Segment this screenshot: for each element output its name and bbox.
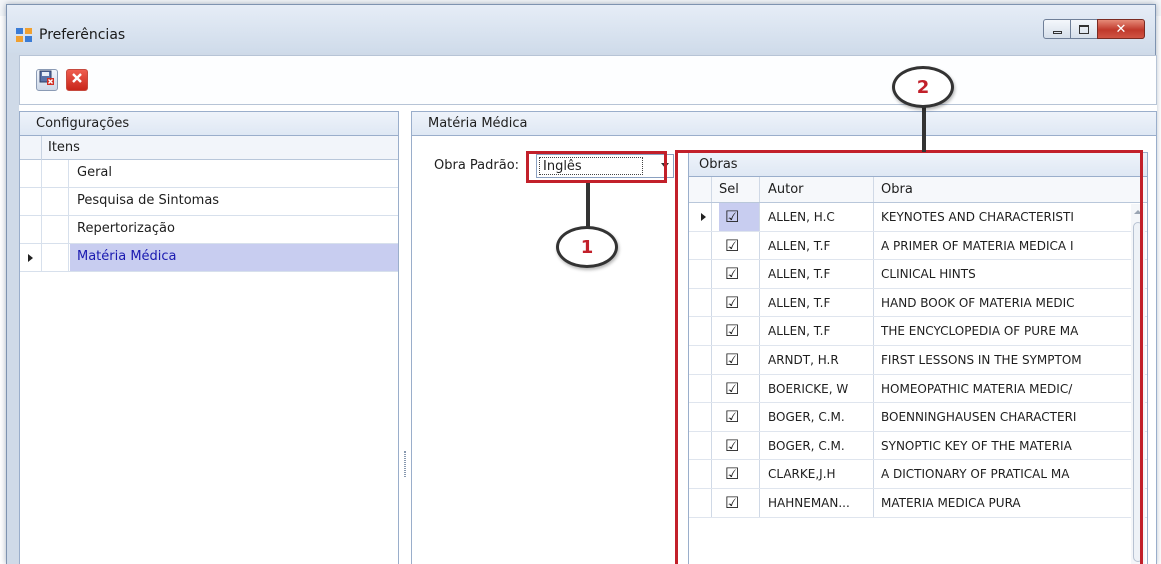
cancel-icon xyxy=(71,72,83,88)
callout-bubble-1: 1 xyxy=(556,226,618,268)
config-item-geral[interactable]: Geral xyxy=(20,160,398,188)
callout-connector-2 xyxy=(922,104,926,152)
minimize-button[interactable] xyxy=(1043,19,1071,39)
save-close-button[interactable] xyxy=(36,69,58,91)
config-item-materia-medica[interactable]: Matéria Médica xyxy=(20,244,398,272)
close-button[interactable]: ✕ xyxy=(1097,19,1145,39)
itens-column-label: Itens xyxy=(48,140,80,155)
minimize-icon xyxy=(1052,30,1062,34)
callout-bubble-2: 2 xyxy=(892,66,954,108)
config-item-label: Repertorização xyxy=(77,221,175,236)
title-bar: Preferências ✕ xyxy=(7,5,1155,53)
config-item-label: Pesquisa de Sintomas xyxy=(77,193,220,208)
tree-indent xyxy=(42,244,69,271)
callout-highlight-2 xyxy=(675,150,1143,564)
config-item-pesquisa-de-sintomas[interactable]: Pesquisa de Sintomas xyxy=(20,188,398,216)
toolbar xyxy=(19,55,1157,105)
row-indicator xyxy=(20,216,42,243)
obra-padrao-label: Obra Padrão: xyxy=(434,158,520,173)
row-indicator-header xyxy=(20,136,42,160)
close-icon: ✕ xyxy=(1115,21,1127,37)
save-close-icon xyxy=(39,70,55,90)
config-item-repertorizacao[interactable]: Repertorização xyxy=(20,216,398,244)
preferences-app-icon xyxy=(15,27,33,43)
itens-column-header[interactable]: Itens xyxy=(20,136,398,160)
config-item-label: Matéria Médica xyxy=(77,249,177,264)
configuracoes-header: Configurações xyxy=(20,112,398,136)
tree-indent xyxy=(42,216,69,243)
tree-indent xyxy=(42,188,69,215)
window-controls: ✕ xyxy=(1043,19,1145,39)
row-indicator xyxy=(20,244,42,271)
row-indicator xyxy=(20,188,42,215)
maximize-button[interactable] xyxy=(1070,19,1098,39)
cancel-button[interactable] xyxy=(66,69,88,91)
tree-indent xyxy=(42,160,69,187)
current-row-arrow-icon xyxy=(28,254,33,262)
row-indicator xyxy=(20,160,42,187)
maximize-icon xyxy=(1079,24,1089,34)
window-title: Preferências xyxy=(39,27,126,43)
splitter-grip[interactable] xyxy=(404,451,406,477)
configuracoes-panel: Configurações Itens Geral Pesquisa de Si… xyxy=(19,111,399,564)
config-item-label: Geral xyxy=(77,165,112,180)
materia-medica-header: Matéria Médica xyxy=(412,112,1156,136)
callout-highlight-1 xyxy=(526,151,667,183)
callout-connector-1 xyxy=(586,183,590,227)
